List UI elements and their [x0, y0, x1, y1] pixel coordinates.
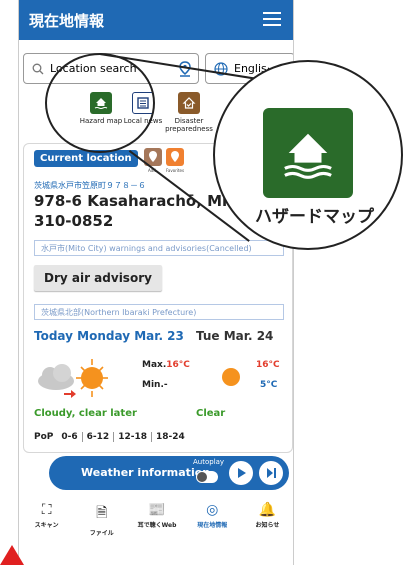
- advisory-badge[interactable]: Dry air advisory: [34, 265, 162, 291]
- pop-label: PoP: [34, 432, 54, 442]
- warning-triangle-icon: [0, 545, 24, 565]
- magnifier-label: ハザードマップ: [255, 207, 374, 227]
- tab-scan[interactable]: ⛶ スキャン: [19, 496, 74, 538]
- today-max: Max.16°C: [142, 360, 190, 370]
- tomorrow-max: 16°C: [256, 360, 280, 370]
- app-bar: 現在地情報: [19, 0, 293, 40]
- region-warnings-box[interactable]: 茨城県北部(Northern Ibaraki Prefecture): [34, 304, 284, 320]
- sun-icon: [222, 368, 240, 386]
- newspaper-icon: 📰: [148, 502, 166, 518]
- current-location-badge[interactable]: Current location: [34, 150, 138, 167]
- play-button[interactable]: [229, 461, 253, 485]
- favorites-icon[interactable]: [166, 148, 184, 166]
- tab-label: スキャン: [34, 522, 59, 529]
- pop-period: 6-12: [83, 432, 115, 442]
- tomorrow-min: 5°C: [260, 380, 278, 390]
- page-title: 現在地情報: [29, 11, 105, 30]
- tab-label: ファイル: [89, 530, 114, 537]
- today-min: Min.-: [142, 380, 168, 390]
- tab-current-location[interactable]: ◎ 現在地情報: [185, 496, 240, 538]
- pop-period: 12-18: [114, 432, 152, 442]
- pop-row: PoP 0-6 6-12 12-18 18-24: [34, 432, 189, 442]
- skip-next-icon: [267, 468, 276, 478]
- house-flood-icon: [263, 108, 353, 198]
- next-button[interactable]: [259, 461, 283, 485]
- tab-listen-web[interactable]: 📰 耳で聴くWeb: [129, 496, 184, 538]
- cloudy-then-sunny-icon: [38, 359, 108, 398]
- quick-link-disaster-preparedness[interactable]: Disaster preparedness: [159, 92, 219, 134]
- autoplay-toggle[interactable]: [196, 471, 218, 483]
- tomorrow-condition: Clear: [196, 408, 226, 419]
- tab-label: お知らせ: [255, 522, 280, 529]
- bottom-tab-bar: ⛶ スキャン 🗎 ファイル 📰 耳で聴くWeb ◎ 現在地情報 🔔 お知らせ: [19, 496, 293, 538]
- weather-info-bar: Weather information Autoplay: [49, 456, 289, 490]
- tab-label: 現在地情報: [197, 522, 228, 529]
- today-title: Today Monday Mar. 23: [34, 329, 184, 343]
- favorites-label: Favorites: [166, 168, 185, 173]
- location-pin-icon: ◎: [206, 502, 219, 518]
- tab-notifications[interactable]: 🔔 お知らせ: [240, 496, 293, 538]
- menu-icon[interactable]: [263, 12, 281, 26]
- bell-icon: 🔔: [258, 502, 277, 518]
- autoplay-label: Autoplay: [193, 458, 225, 466]
- pop-period: 0-6: [57, 432, 83, 442]
- search-icon: [32, 63, 44, 74]
- today-condition: Cloudy, clear later: [34, 408, 137, 419]
- pop-period: 18-24: [155, 432, 185, 442]
- callout-circle: [45, 53, 155, 153]
- home-check-icon: [178, 92, 200, 114]
- address-kana: 茨城県水戸市笠原町９７８－６: [34, 181, 146, 190]
- tab-file[interactable]: 🗎 ファイル: [74, 496, 129, 538]
- quick-link-label: Disaster preparedness: [165, 117, 213, 134]
- tomorrow-title: Tue Mar. 24: [196, 329, 274, 343]
- play-icon: [238, 468, 246, 478]
- city-warnings-box[interactable]: 水戸市(Mito City) warnings and advisories(C…: [34, 240, 284, 256]
- tab-label: 耳で聴くWeb: [137, 522, 177, 529]
- file-icon: 🗎: [96, 505, 108, 521]
- magnifier-callout: ハザードマップ: [213, 60, 403, 250]
- weather-info-label: Weather information: [81, 466, 211, 479]
- scan-icon: ⛶: [41, 502, 52, 518]
